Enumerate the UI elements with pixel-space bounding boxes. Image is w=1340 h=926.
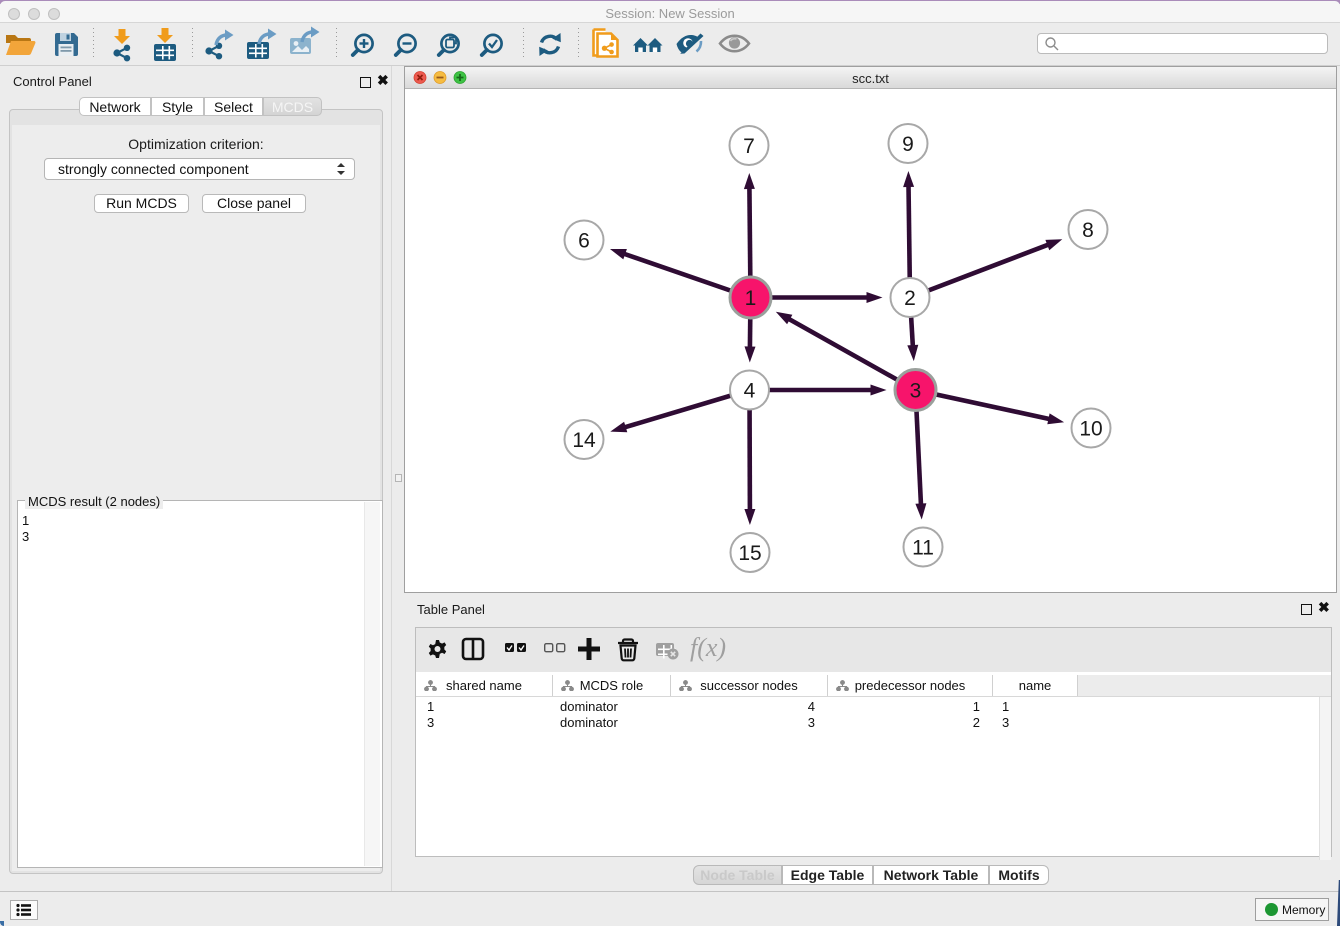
svg-text:f(x): f(x) <box>690 633 726 662</box>
svg-text:14: 14 <box>572 429 596 452</box>
svg-text:15: 15 <box>738 542 761 565</box>
svg-text:2: 2 <box>904 287 916 310</box>
svg-text:11: 11 <box>912 537 934 560</box>
svg-text:9: 9 <box>902 133 914 156</box>
svg-text:10: 10 <box>1079 418 1102 441</box>
svg-text:8: 8 <box>1082 219 1094 242</box>
svg-text:4: 4 <box>744 380 756 403</box>
svg-text:1: 1 <box>745 287 757 310</box>
svg-text:6: 6 <box>578 230 590 253</box>
svg-text:3: 3 <box>910 380 922 403</box>
svg-text:7: 7 <box>743 135 755 158</box>
